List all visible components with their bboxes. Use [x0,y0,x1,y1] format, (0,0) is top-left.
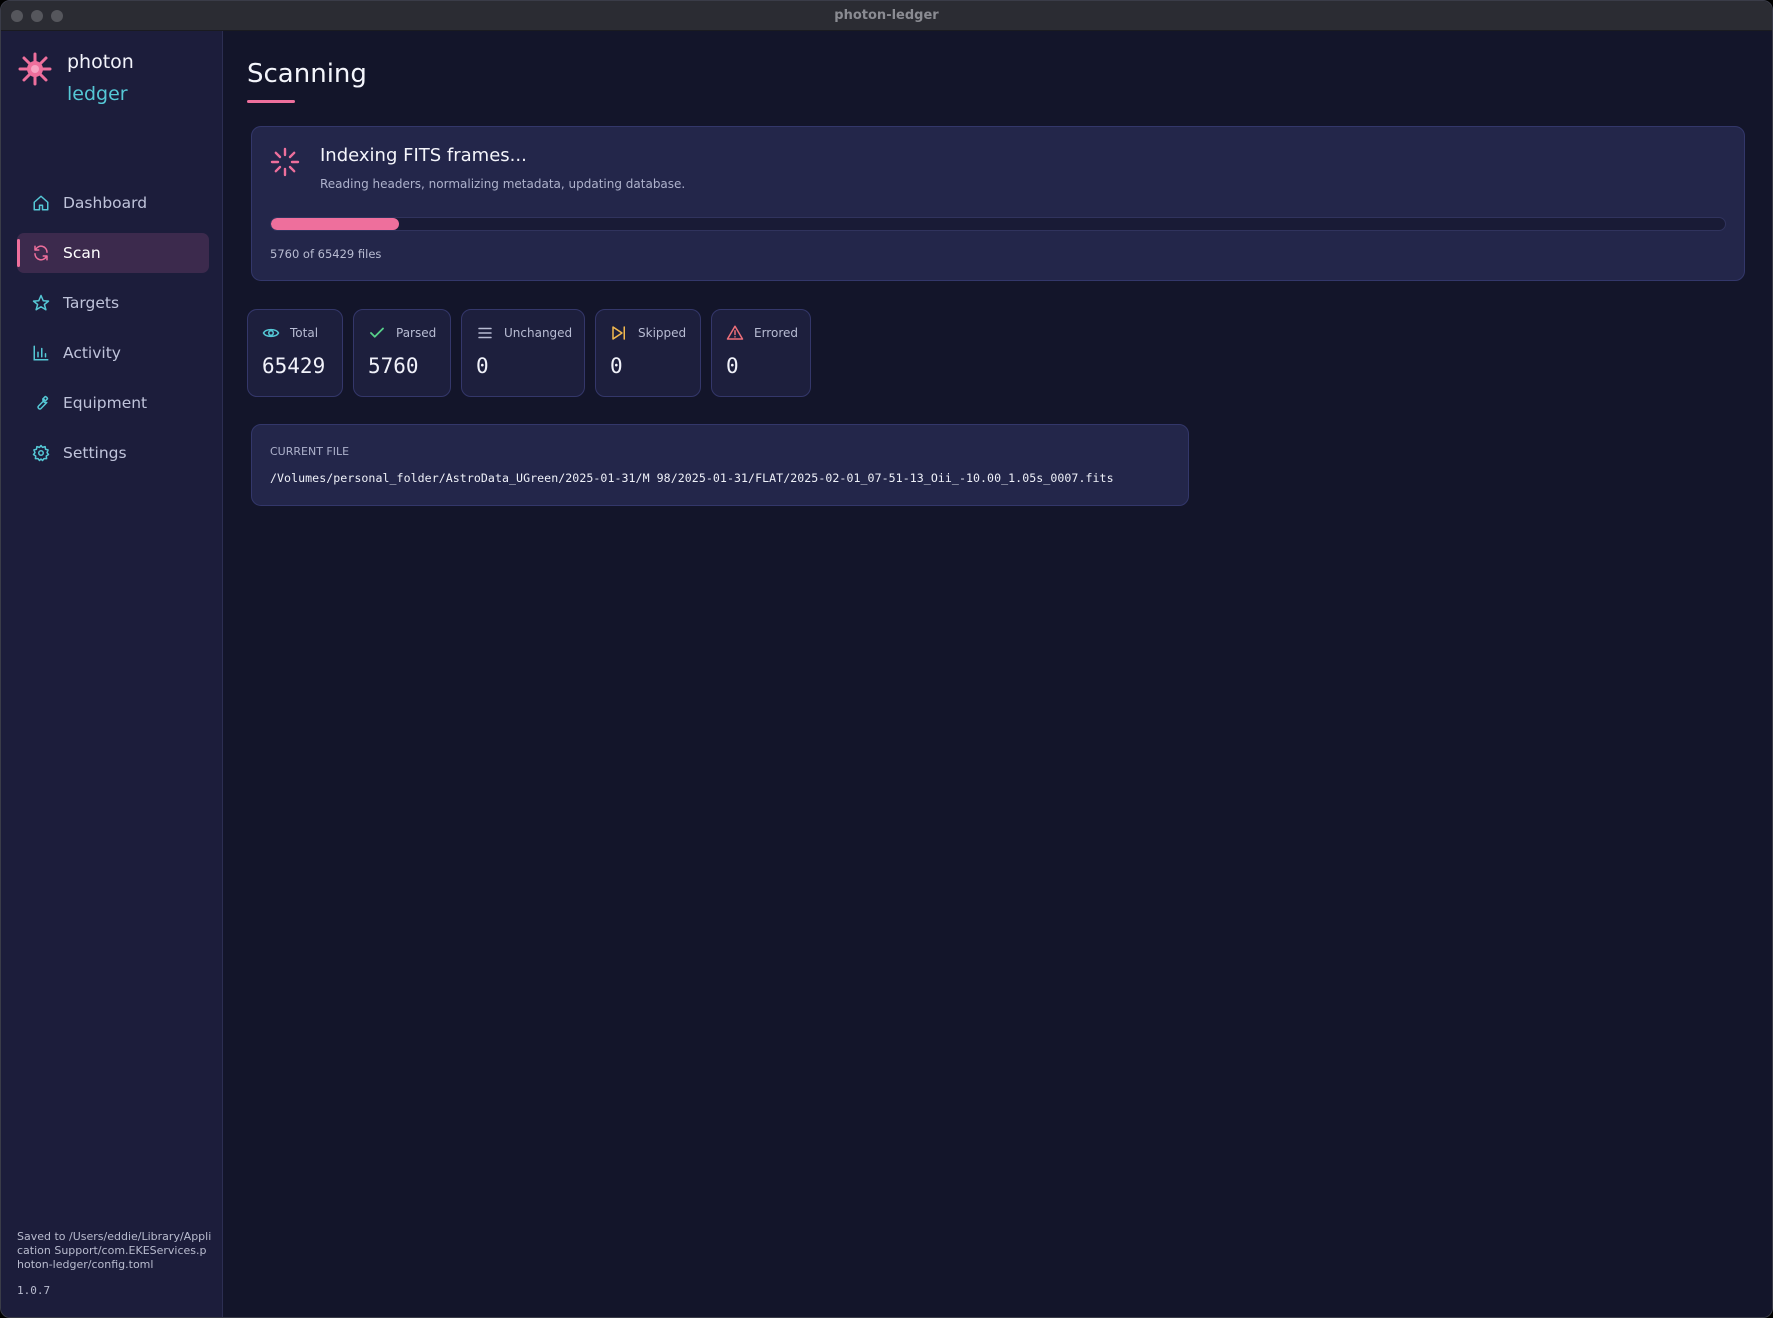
progress-bar-fill [271,218,399,230]
sidebar-item-activity[interactable]: Activity [17,333,209,373]
page-title: Scanning [247,59,367,89]
sidebar-item-scan[interactable]: Scan [17,233,209,273]
sidebar-item-label: Dashboard [63,194,148,212]
zoom-window-button[interactable] [51,10,63,22]
sidebar: photon ledger Dashboard Scan Targets Act… [1,31,223,1317]
stat-label: Unchanged [504,326,573,340]
current-file-label: CURRENT FILE [270,445,350,458]
scan-progress-card: Indexing FITS frames... Reading headers,… [251,126,1745,281]
stat-card-unchanged: Unchanged 0 [461,309,585,397]
bar-chart-icon [31,343,51,363]
lines-icon [476,324,494,342]
current-file-path: /Volumes/personal_folder/AstroData_UGree… [270,471,1114,485]
stat-card-total: Total 65429 [247,309,343,397]
progress-bar [270,217,1726,231]
progress-subtitle: Reading headers, normalizing metadata, u… [320,177,686,191]
brand-name-line2: ledger [67,83,128,105]
stat-label: Parsed [396,326,437,340]
window-controls [11,10,63,22]
eye-icon [262,324,280,342]
sidebar-item-label: Equipment [63,394,148,412]
skip-icon [610,324,628,342]
home-icon [31,193,51,213]
gear-icon [31,443,51,463]
sidebar-footer: Saved to /Users/eddie/Library/Applicatio… [17,1230,213,1297]
refresh-icon [31,243,51,263]
spinner-icon [270,147,300,177]
brand: photon ledger [17,47,134,111]
title-bar: photon-ledger [1,1,1772,31]
warning-icon [726,324,744,342]
stat-card-errored: Errored 0 [711,309,811,397]
sidebar-item-targets[interactable]: Targets [17,283,209,323]
window-title: photon-ledger [834,8,939,23]
check-icon [368,324,386,342]
sidebar-item-label: Activity [63,344,121,362]
progress-count: 5760 of 65429 files [270,247,382,261]
app-window: photon-ledger photon ledger Dashboard Sc… [0,0,1773,1318]
logo-icon [18,52,52,86]
stats-row: Total 65429 Parsed 5760 Unchanged 0 Skip… [247,309,811,397]
stat-label: Total [290,326,319,340]
main-content: Scanning Indexing FITS frames... Reading… [223,31,1772,1317]
stat-value: 0 [476,354,489,378]
stat-label: Skipped [638,326,687,340]
brand-name-line1: photon [67,51,134,73]
stat-card-skipped: Skipped 0 [595,309,701,397]
config-path: Saved to /Users/eddie/Library/Applicatio… [17,1230,212,1271]
sidebar-item-label: Scan [63,244,101,262]
title-underline [247,100,295,103]
sidebar-item-label: Targets [63,294,120,312]
close-window-button[interactable] [11,10,23,22]
star-icon [31,293,51,313]
stat-value: 0 [610,354,623,378]
sidebar-item-equipment[interactable]: Equipment [17,383,209,423]
sidebar-item-settings[interactable]: Settings [17,433,209,473]
stat-value: 0 [726,354,739,378]
wrench-icon [31,393,51,413]
sidebar-nav: Dashboard Scan Targets Activity Equipmen… [17,183,209,483]
sidebar-item-dashboard[interactable]: Dashboard [17,183,209,223]
sidebar-item-label: Settings [63,444,127,462]
stat-value: 5760 [368,354,419,378]
minimize-window-button[interactable] [31,10,43,22]
stat-label: Errored [754,326,798,340]
stat-card-parsed: Parsed 5760 [353,309,451,397]
progress-title: Indexing FITS frames... [320,145,527,166]
app-version: 1.0.7 [17,1284,51,1297]
current-file-card: CURRENT FILE /Volumes/personal_folder/As… [251,424,1189,506]
stat-value: 65429 [262,354,326,378]
